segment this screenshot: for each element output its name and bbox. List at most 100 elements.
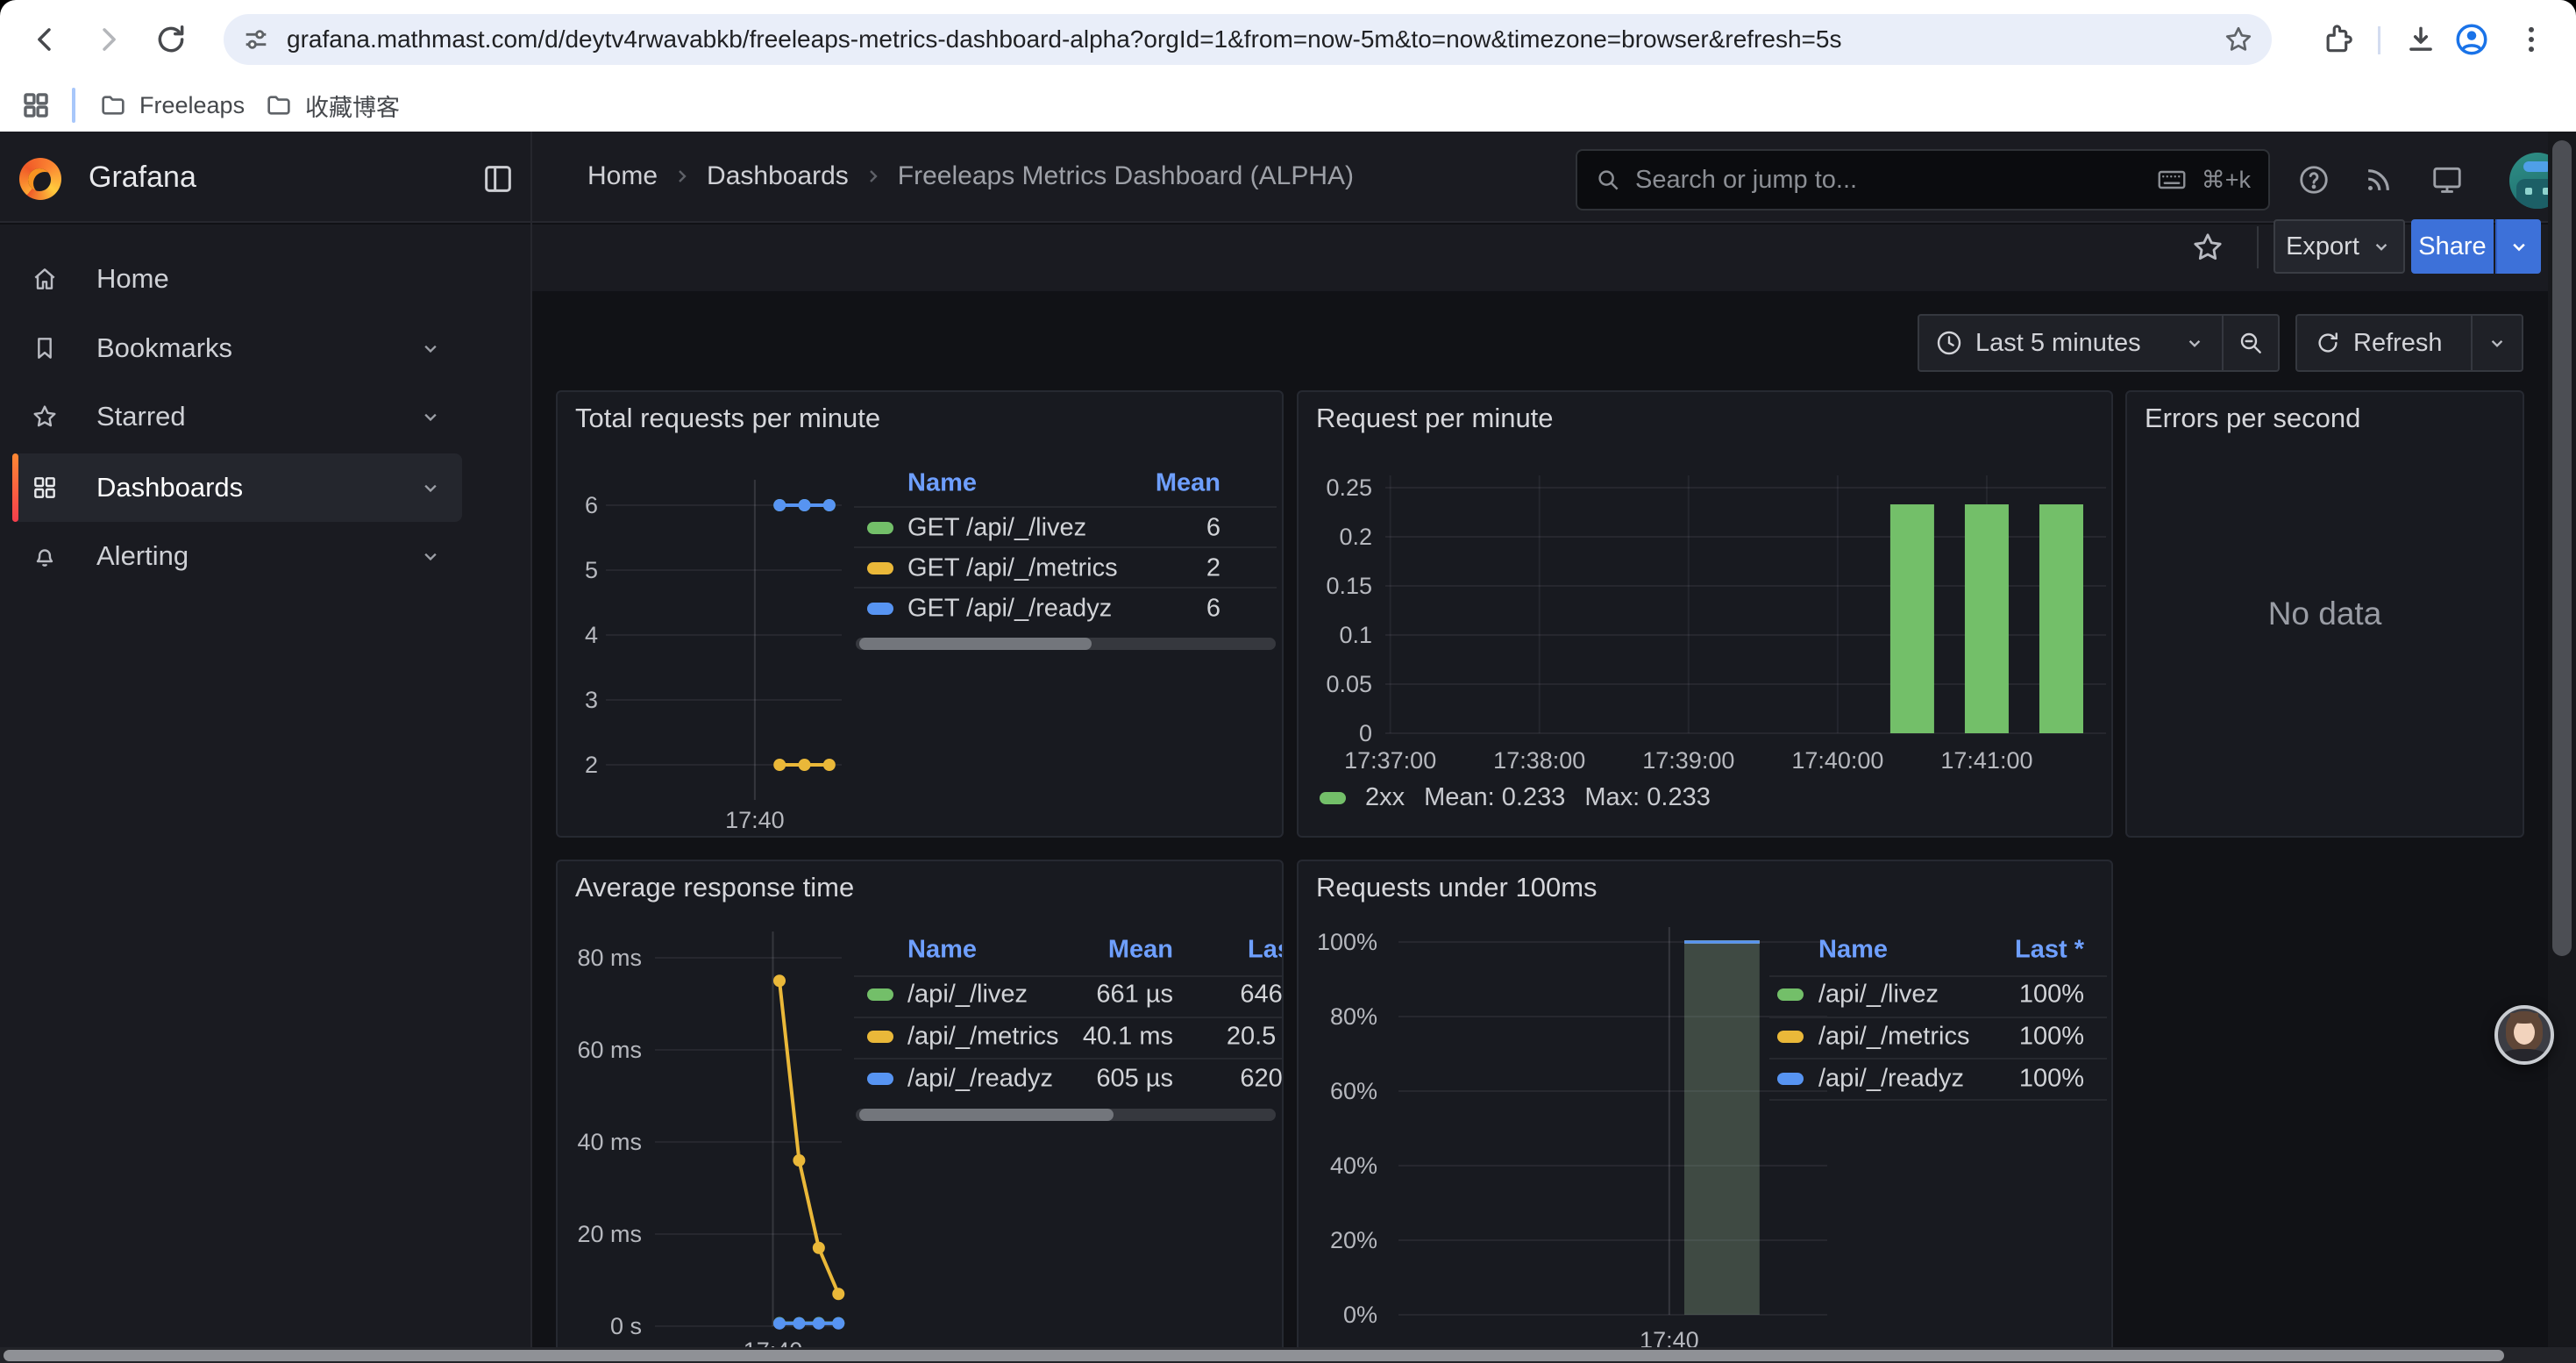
chevron-down-icon [2507, 234, 2531, 259]
series-swatch[interactable] [1777, 988, 1804, 1001]
site-info-icon[interactable] [241, 25, 271, 54]
legend-column-header[interactable]: Mean [1108, 936, 1173, 965]
legend-value: 20.5 ms [1227, 1023, 1284, 1052]
series-swatch[interactable] [867, 562, 893, 574]
series-swatch[interactable] [1777, 1031, 1804, 1043]
search-input[interactable]: Search or jump to... ⌘+k [1576, 149, 2270, 211]
help-icon[interactable] [2297, 163, 2330, 196]
assistant-avatar-button[interactable] [2494, 1005, 2554, 1065]
panel-title[interactable]: Total requests per minute [575, 403, 880, 434]
series-swatch[interactable] [867, 1073, 893, 1085]
legend-series-label[interactable]: GET /api/_/metrics [907, 554, 1118, 583]
time-range-picker[interactable]: Last 5 minutes [1918, 314, 2280, 372]
legend-column-header[interactable]: Name [907, 469, 977, 498]
svg-text:0.15: 0.15 [1326, 573, 1372, 599]
panel-requests-under-100ms[interactable]: 100%80%60%40%20%0%17:40 Requests under 1… [1297, 860, 2113, 1363]
legend-series-label[interactable]: GET /api/_/livez [907, 514, 1086, 543]
profile-icon[interactable] [2453, 21, 2487, 54]
chevron-down-icon[interactable] [418, 544, 443, 568]
legend-divider [1769, 1058, 2107, 1060]
sidebar-item-starred[interactable]: Starred [12, 382, 462, 451]
bookmarks-divider [72, 88, 75, 123]
svg-text:17:40:00: 17:40:00 [1791, 747, 1883, 774]
panel-total-requests-per-minute[interactable]: 6543217:40 Total requests per minute Nam… [556, 390, 1284, 838]
legend-column-header[interactable]: Name [1818, 936, 1888, 965]
refresh-interval-dropdown[interactable] [2471, 316, 2522, 370]
url-text[interactable]: grafana.mathmast.com/d/deytv4rwavabkb/fr… [287, 25, 2223, 54]
legend-column-header[interactable]: Last * [2015, 936, 2084, 965]
sidebar-item-home[interactable]: Home [12, 245, 462, 313]
legend-series-label[interactable]: 2xx [1365, 783, 1405, 812]
series-swatch[interactable] [1777, 1073, 1804, 1085]
legend-column-header[interactable]: Mean [1156, 469, 1220, 498]
legend-series-label[interactable]: /api/_/livez [1818, 981, 1939, 1010]
horizontal-scrollbar-thumb[interactable] [4, 1350, 2504, 1361]
panel-title[interactable]: Average response time [575, 872, 854, 903]
series-swatch[interactable] [867, 988, 893, 1001]
sidebar-item-dashboards[interactable]: Dashboards [12, 453, 462, 522]
panel-title[interactable]: Errors per second [2145, 403, 2360, 434]
svg-text:80 ms: 80 ms [577, 945, 642, 971]
legend-scrollbar-thumb[interactable] [859, 638, 1092, 650]
legend-series-label[interactable]: /api/_/readyz [1818, 1065, 1964, 1094]
svg-text:100%: 100% [1317, 929, 1377, 955]
bookmark-star-icon[interactable] [2223, 24, 2254, 55]
svg-text:0 s: 0 s [610, 1313, 642, 1339]
menu-kebab-icon[interactable] [2515, 23, 2548, 56]
legend-series-label[interactable]: GET /api/_/readyz [907, 595, 1112, 624]
extensions-icon[interactable] [2322, 23, 2355, 56]
zoom-out-button[interactable] [2222, 316, 2278, 370]
sidebar-item-bookmarks[interactable]: Bookmarks [12, 314, 462, 382]
legend-column-header[interactable]: Name [907, 936, 977, 965]
export-label: Export [2286, 232, 2359, 261]
chevron-down-icon[interactable] [418, 475, 443, 500]
bookmark-folder-blogs[interactable]: 收藏博客 [265, 79, 400, 132]
svg-text:17:39:00: 17:39:00 [1642, 747, 1734, 774]
panel-title[interactable]: Requests under 100ms [1316, 872, 1598, 903]
back-icon[interactable] [29, 23, 62, 56]
panel-errors-per-second[interactable]: No data Errors per second [2125, 390, 2524, 838]
refresh-button[interactable]: Refresh [2295, 314, 2523, 372]
sidebar-item-alerting[interactable]: Alerting [12, 522, 462, 590]
series-swatch[interactable] [1320, 792, 1346, 804]
breadcrumb-dashboards[interactable]: Dashboards [707, 161, 849, 191]
download-icon[interactable] [2404, 23, 2437, 56]
legend-column-header[interactable]: Last * [1248, 936, 1284, 965]
svg-text:17:41:00: 17:41:00 [1940, 747, 2032, 774]
url-bar[interactable]: grafana.mathmast.com/d/deytv4rwavabkb/fr… [224, 14, 2272, 65]
export-button[interactable]: Export [2274, 219, 2405, 274]
vertical-scrollbar-thumb[interactable] [2552, 140, 2572, 956]
legend-scrollbar-thumb[interactable] [859, 1109, 1114, 1121]
legend-stat: Mean: 0.233 [1424, 783, 1565, 812]
news-rss-icon[interactable] [2362, 163, 2395, 196]
clock-icon [1935, 329, 1963, 357]
svg-text:60%: 60% [1330, 1078, 1377, 1104]
legend-series-label[interactable]: /api/_/livez [907, 981, 1028, 1010]
search-icon [1595, 167, 1621, 193]
share-dropdown-button[interactable] [2495, 219, 2541, 274]
grafana-logo-icon[interactable] [19, 158, 61, 200]
chevron-down-icon[interactable] [418, 336, 443, 360]
monitor-icon[interactable] [2430, 163, 2464, 196]
chevron-down-icon[interactable] [418, 404, 443, 429]
panel-average-response-time[interactable]: 80 ms60 ms40 ms20 ms0 s17:40 Average res… [556, 860, 1284, 1363]
forward-icon[interactable] [91, 23, 125, 56]
legend-series-label[interactable]: /api/_/metrics [1818, 1023, 1969, 1052]
collapse-sidebar-icon[interactable] [480, 161, 516, 196]
panel-title[interactable]: Request per minute [1316, 403, 1554, 434]
series-swatch[interactable] [867, 603, 893, 615]
legend-series-label[interactable]: /api/_/readyz [907, 1065, 1053, 1094]
series-swatch[interactable] [867, 1031, 893, 1043]
bookmark-folder-freeleaps[interactable]: Freeleaps [99, 79, 245, 132]
favorite-star-icon[interactable] [2190, 230, 2225, 265]
svg-text:2: 2 [585, 752, 598, 778]
svg-text:17:37:00: 17:37:00 [1344, 747, 1436, 774]
apps-grid-icon[interactable] [21, 90, 51, 120]
series-swatch[interactable] [867, 522, 893, 534]
share-button[interactable]: Share [2411, 219, 2494, 274]
sidebar-item-label: Alerting [96, 540, 189, 572]
reload-icon[interactable] [154, 23, 188, 56]
panel-request-per-minute[interactable]: 0.250.20.150.10.05017:37:0017:38:0017:39… [1297, 390, 2113, 838]
legend-series-label[interactable]: /api/_/metrics [907, 1023, 1058, 1052]
breadcrumb-home[interactable]: Home [587, 161, 658, 191]
